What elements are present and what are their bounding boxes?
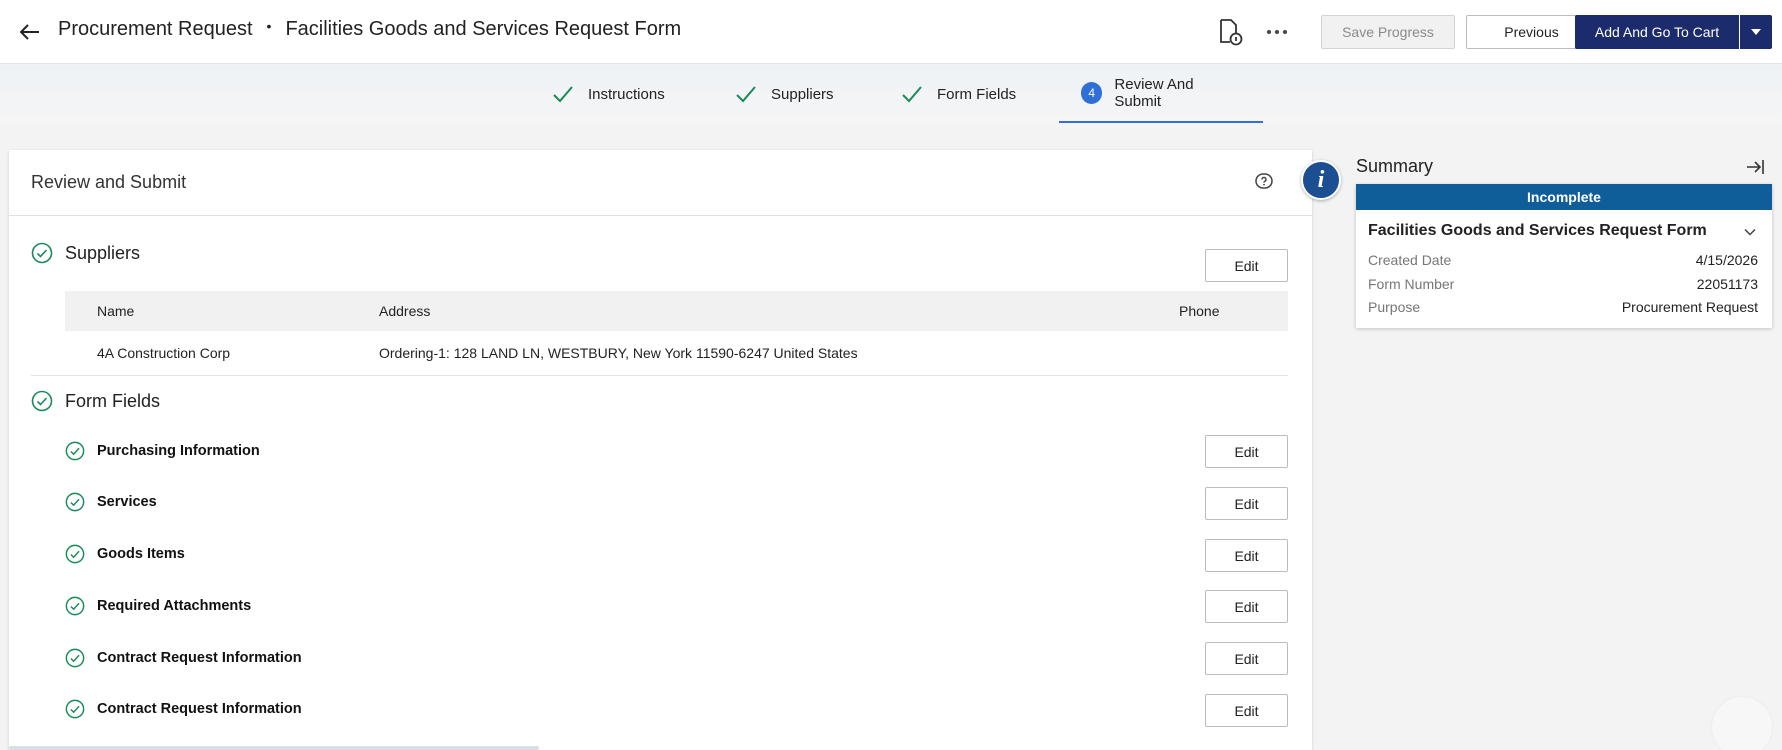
info-icon[interactable]: i [1301, 160, 1341, 200]
add-and-go-to-cart-button[interactable]: Add And Go To Cart [1575, 15, 1739, 49]
step-number-badge: 4 [1081, 82, 1103, 104]
check-circle-icon [65, 492, 85, 512]
form-field-services: Services [65, 492, 157, 512]
summary-value: 22051173 [1696, 276, 1758, 292]
check-icon [553, 86, 573, 103]
summary-row-purpose: Purpose Procurement Request [1368, 299, 1758, 315]
purchasing-information-edit-button[interactable]: Edit [1205, 435, 1288, 468]
save-progress-button[interactable]: Save Progress [1321, 15, 1455, 49]
contract-request-information-2-edit-button[interactable]: Edit [1205, 694, 1288, 727]
help-icon[interactable] [1254, 172, 1274, 192]
column-header-name: Name [97, 303, 135, 319]
check-circle-icon [65, 441, 85, 461]
check-icon [736, 86, 756, 103]
summary-value: Procurement Request [1621, 299, 1758, 315]
step-form-fields[interactable]: Form Fields [901, 65, 1016, 123]
summary-title: Summary [1356, 156, 1434, 176]
check-circle-icon [65, 596, 85, 616]
title-primary: Procurement Request [58, 18, 253, 40]
form-field-label: Required Attachments [97, 598, 252, 614]
cart-options-dropdown[interactable] [1740, 15, 1772, 49]
title-secondary: Facilities Goods and Services Request Fo… [285, 18, 682, 40]
check-circle-icon [31, 242, 53, 264]
section-title: Form Fields [65, 390, 161, 411]
review-card: Review and Submit Suppliers Edit Name Ad… [9, 150, 1312, 750]
suppliers-edit-button[interactable]: Edit [1205, 249, 1288, 282]
form-field-contract-request-information: Contract Request Information [65, 648, 302, 668]
summary-label: Form Number [1368, 276, 1455, 292]
review-card-title: Review and Submit [31, 172, 187, 192]
check-circle-icon [65, 699, 85, 719]
form-fields-section-heading: Form Fields [31, 390, 160, 412]
summary-value: 4/15/2026 [1695, 252, 1758, 268]
step-label: Review And Submit [1114, 76, 1194, 110]
supplier-address-cell: Ordering-1: 128 LAND LN, WESTBURY, New Y… [379, 345, 858, 361]
form-field-required-attachments: Required Attachments [65, 596, 251, 616]
supplier-name-cell: 4A Construction Corp [97, 345, 231, 361]
column-header-address: Address [379, 303, 431, 319]
table-row: 4A Construction Corp Ordering-1: 128 LAN… [65, 333, 1288, 373]
progress-stepper: Instructions Suppliers Form Fields 4 Rev… [0, 65, 1782, 123]
step-suppliers[interactable]: Suppliers [735, 65, 834, 123]
summary-label: Created Date [1368, 252, 1452, 268]
suppliers-section-heading: Suppliers [31, 242, 140, 264]
summary-row-form-number: Form Number 22051173 [1368, 276, 1758, 292]
form-field-purchasing-information: Purchasing Information [65, 441, 260, 461]
summary-form-title: Facilities Goods and Services Request Fo… [1368, 222, 1707, 239]
step-label: Form Fields [937, 85, 1017, 103]
document-info-icon[interactable] [1218, 18, 1244, 46]
column-header-phone: Phone [1179, 303, 1220, 319]
form-field-label: Goods Items [97, 546, 185, 562]
page-title: Procurement Request • Facilities Goods a… [58, 18, 681, 41]
check-circle-icon [65, 544, 85, 564]
summary-row-created-date: Created Date 4/15/2026 [1368, 252, 1758, 268]
form-field-label: Contract Request Information [97, 701, 302, 717]
horizontal-scrollbar[interactable] [9, 746, 539, 750]
form-field-goods-items: Goods Items [65, 544, 185, 564]
check-circle-icon [65, 648, 85, 668]
suppliers-table-header: Name Address Phone [65, 291, 1288, 331]
required-attachments-edit-button[interactable]: Edit [1205, 590, 1288, 623]
chevron-down-icon[interactable] [1742, 224, 1758, 240]
contract-request-information-edit-button[interactable]: Edit [1205, 642, 1288, 675]
form-field-label: Services [97, 494, 157, 510]
title-separator: • [266, 17, 272, 34]
step-label: Suppliers [771, 85, 834, 103]
status-badge: Incomplete [1356, 184, 1772, 210]
form-field-label: Contract Request Information [97, 650, 302, 666]
caret-down-icon [1751, 29, 1761, 35]
floating-action-button[interactable] [1712, 697, 1772, 750]
section-title: Suppliers [65, 242, 141, 263]
step-label: Instructions [588, 85, 665, 103]
summary-label: Purpose [1368, 299, 1421, 315]
step-review-and-submit[interactable]: 4 Review And Submit [1059, 65, 1263, 123]
app-header: Procurement Request • Facilities Goods a… [0, 0, 1782, 64]
form-field-label: Purchasing Information [97, 443, 260, 459]
info-glyph: i [1317, 166, 1325, 193]
step-instructions[interactable]: Instructions [552, 65, 665, 123]
section-divider [31, 375, 1288, 376]
services-edit-button[interactable]: Edit [1205, 487, 1288, 520]
check-icon [902, 86, 922, 103]
collapse-panel-icon[interactable] [1744, 156, 1766, 178]
form-field-contract-request-information-2: Contract Request Information [65, 699, 302, 719]
more-options-icon[interactable] [1262, 18, 1292, 46]
review-card-header: Review and Submit [9, 150, 1312, 216]
summary-card: Incomplete Facilities Goods and Services… [1356, 184, 1772, 328]
back-arrow-icon[interactable] [16, 18, 44, 46]
check-circle-icon [31, 390, 53, 412]
goods-items-edit-button[interactable]: Edit [1205, 539, 1288, 572]
